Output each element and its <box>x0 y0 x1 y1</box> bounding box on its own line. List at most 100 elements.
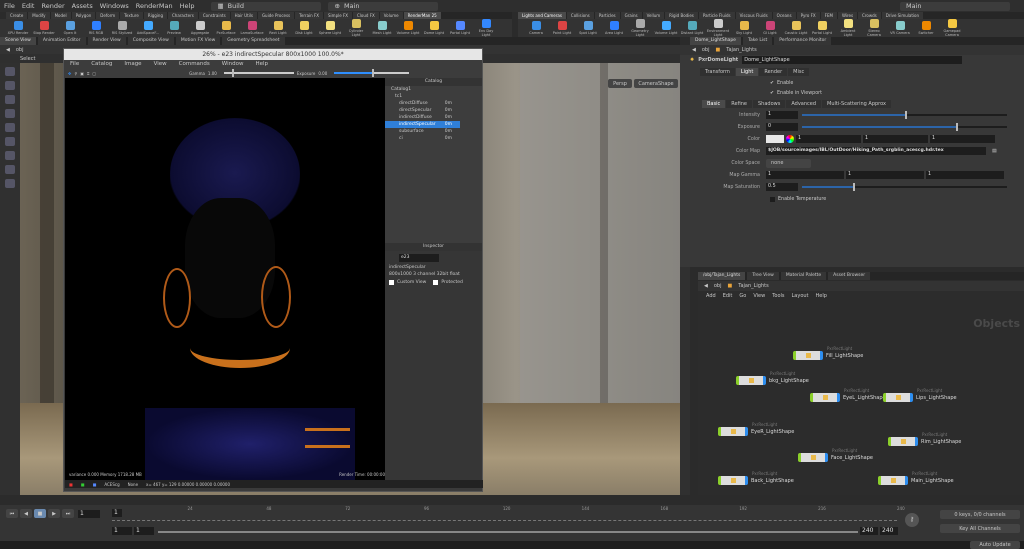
catalog-item[interactable]: directDiffuse 0m <box>385 100 482 107</box>
node-body[interactable] <box>883 393 913 402</box>
tab-light[interactable]: Light <box>735 68 759 76</box>
color-swatch[interactable] <box>766 135 784 143</box>
snap-icon[interactable] <box>5 165 15 174</box>
menu-edit[interactable]: Edit <box>22 2 35 10</box>
crop-icon[interactable]: ⌗ <box>87 71 89 76</box>
shelf-tool[interactable]: GI Light <box>758 21 782 35</box>
end-frame-field[interactable]: 240 <box>880 527 898 535</box>
shelf-tab[interactable]: Vellum <box>642 12 665 19</box>
rotate-tool-icon[interactable] <box>5 95 15 104</box>
network-node[interactable]: PxrRectLight bkg_LightShape <box>736 371 809 385</box>
shelf-tab[interactable]: Particles <box>594 12 620 19</box>
frame-ruler[interactable]: 1 24 48 72 96 120 144 168 192 216 240 <box>112 506 905 521</box>
shelf-tool[interactable]: XPU Render <box>6 21 30 35</box>
menu-help[interactable]: Help <box>180 2 195 10</box>
tab-motion-fx-view[interactable]: Motion FX View <box>175 37 221 45</box>
colormap-field[interactable]: $JOB/sourceimages/IBL/OutDoor/Hiking_Pat… <box>766 147 986 155</box>
shelf-tool[interactable]: Aggregate <box>188 21 212 35</box>
shelf-tool[interactable]: Camera <box>524 21 548 35</box>
tab-animation-editor[interactable]: Animation Editor <box>37 37 86 45</box>
red-channel-icon[interactable]: ■ <box>69 482 73 487</box>
display-select[interactable]: ACEScg <box>104 482 119 487</box>
snapshot-icon[interactable]: ▣ <box>80 71 84 76</box>
node-body[interactable] <box>878 476 908 485</box>
subtab-shadows[interactable]: Shadows <box>752 100 786 108</box>
enable-checkbox[interactable]: ✔ <box>770 81 774 86</box>
shelf-tab[interactable]: Grains <box>620 12 642 19</box>
blue-channel-icon[interactable]: ■ <box>93 482 97 487</box>
shelf-tool[interactable]: AddSpaceF... <box>136 21 160 35</box>
subtab-advanced[interactable]: Advanced <box>786 100 822 108</box>
net-menu-go[interactable]: Go <box>739 293 746 299</box>
custom-view-checkbox[interactable] <box>389 280 394 285</box>
tab-misc[interactable]: Misc <box>788 68 810 76</box>
shelf-tool[interactable]: RIS RGB <box>84 21 108 35</box>
shelf-tool[interactable]: Ambient Light <box>836 19 860 37</box>
tab-asset-browser[interactable]: Asset Browser <box>828 272 871 280</box>
desktop-select[interactable]: ▦ Build <box>211 1 322 11</box>
color-g-field[interactable]: 1 <box>863 135 928 143</box>
shelf-tool[interactable]: Point Light <box>550 21 574 35</box>
stop-icon[interactable]: ■ <box>34 509 46 518</box>
rw-menu-commands[interactable]: Commands <box>179 61 210 67</box>
select-tool-icon[interactable] <box>5 67 15 76</box>
shelf-tool[interactable]: Caustic Light <box>784 21 808 35</box>
node-body[interactable] <box>793 351 823 360</box>
shelf-tab[interactable]: Drive Simulation <box>881 12 923 19</box>
menu-windows[interactable]: Windows <box>100 2 129 10</box>
shelf-tab[interactable]: Volume <box>379 12 403 19</box>
network-node[interactable]: PxrRectLight EyeR_LightShape <box>718 422 794 436</box>
path-obj[interactable]: obj <box>16 47 24 53</box>
shelf-tool[interactable]: Sphere Light <box>318 21 342 35</box>
catalog-group[interactable]: tc1 <box>385 93 482 100</box>
net-menu-tools[interactable]: Tools <box>772 293 784 299</box>
shelf-tab[interactable]: Oceans <box>772 12 796 19</box>
scale-tool-icon[interactable] <box>5 109 15 118</box>
node-body[interactable] <box>718 476 748 485</box>
green-channel-icon[interactable]: ■ <box>81 482 85 487</box>
render-image[interactable]: variance 0.000 Memory 1718.28 MB Render T… <box>65 78 385 480</box>
intensity-slider[interactable] <box>802 111 1007 119</box>
catalog-item[interactable]: indirectDiffuse 0m <box>385 114 482 121</box>
tab-composite-view[interactable]: Composite View <box>127 37 174 45</box>
move-icon[interactable]: ✥ <box>68 71 71 76</box>
colorspace-select[interactable]: none <box>766 158 811 168</box>
shelf-tab[interactable]: Wires <box>837 12 858 19</box>
shelf-tab[interactable]: Constraints <box>198 12 230 19</box>
tab-tree-view[interactable]: Tree View <box>747 272 779 280</box>
shelf-tool[interactable]: Sky Light <box>732 21 756 35</box>
network-node[interactable]: PxrRectLight Lips_LightShape <box>883 388 957 402</box>
persp-menu[interactable]: Persp <box>608 79 632 88</box>
rw-menu-catalog[interactable]: Catalog <box>91 61 112 67</box>
shelf-tool[interactable]: Preview <box>162 21 186 35</box>
keys-channels-menu[interactable]: 0 keys, 0/0 channels <box>940 510 1020 519</box>
network-node[interactable]: PxrRectLight Face_LightShape <box>798 448 873 462</box>
mapgamma-b-field[interactable]: 1 <box>926 171 1004 179</box>
net-menu-edit[interactable]: Edit <box>723 293 733 299</box>
tab-material-palette[interactable]: Material Palette <box>780 272 827 280</box>
shelf-tab[interactable]: Modify <box>28 12 50 19</box>
tab-take-list[interactable]: Take List <box>742 37 773 45</box>
render-window-title[interactable]: 26% - e23 indirectSpecular 800x1000 100.… <box>64 49 482 60</box>
file-browse-icon[interactable]: ▤ <box>992 149 997 154</box>
node-body[interactable] <box>798 453 828 462</box>
camera-menu[interactable]: CameraShape <box>634 79 678 88</box>
subtab-multi-scattering[interactable]: Multi-Scattering Approx <box>822 100 891 108</box>
shelf-tool[interactable]: PxrSurface <box>214 21 238 35</box>
key-all-channels-button[interactable]: Key All Channels <box>940 524 1020 533</box>
tab-transform[interactable]: Transform <box>700 68 735 76</box>
net-menu-view[interactable]: View <box>753 293 765 299</box>
node-name-field[interactable]: Dome_LightShape <box>742 56 963 64</box>
shelf-tab[interactable]: Characters <box>167 12 198 19</box>
shelf-tool[interactable]: Stop Render <box>32 21 56 35</box>
shelf-tool[interactable]: VR Camera <box>888 21 912 35</box>
handle-tool-icon[interactable] <box>5 123 15 132</box>
node-body[interactable] <box>718 427 748 436</box>
tab-dome-lightshape[interactable]: Dome_LightShape <box>690 37 741 45</box>
jump-start-icon[interactable]: ⏮ <box>6 509 18 518</box>
shelf-tool[interactable]: Mesh Light <box>370 21 394 35</box>
shelf-tab[interactable]: Hair Utils <box>230 12 257 19</box>
shelf-tool[interactable]: RIS Stylized <box>110 21 134 35</box>
protected-checkbox[interactable] <box>433 280 439 285</box>
node-body[interactable] <box>736 376 766 385</box>
